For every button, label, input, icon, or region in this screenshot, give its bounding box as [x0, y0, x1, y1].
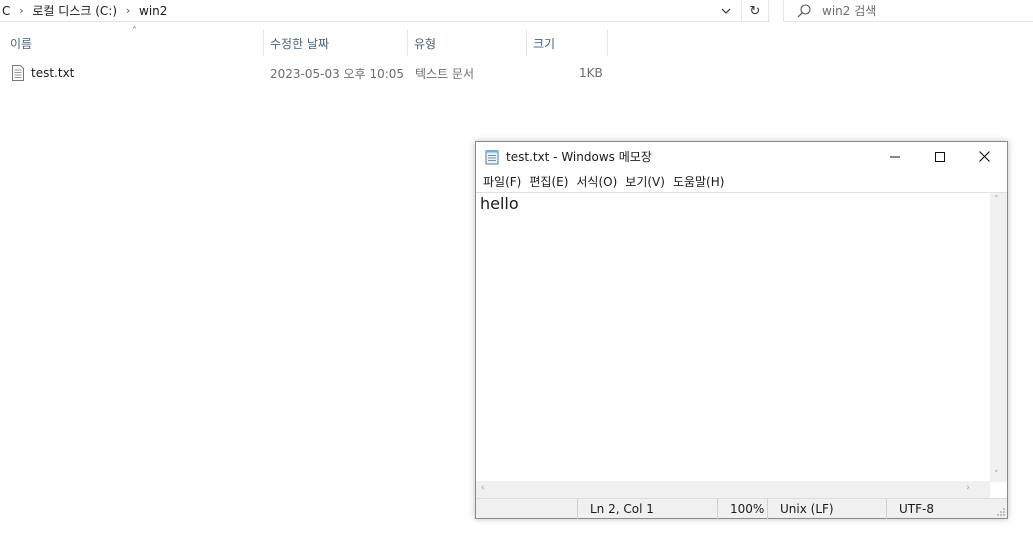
column-header-modified[interactable]: 수정한 날짜: [264, 30, 408, 56]
notepad-app-icon: [485, 149, 499, 164]
breadcrumb-item-c[interactable]: C: [0, 4, 12, 18]
file-type: 텍스트 문서: [415, 66, 475, 81]
column-header-size[interactable]: 크기: [527, 30, 608, 56]
editor-content[interactable]: hello: [480, 194, 519, 213]
menu-format[interactable]: 서식(O): [575, 173, 624, 190]
refresh-icon[interactable]: ↻: [741, 0, 769, 22]
file-size: 1KB: [579, 66, 603, 80]
address-bar[interactable]: C › 로컬 디스크 (C:) › win2: [0, 0, 770, 22]
vertical-scrollbar[interactable]: ˄ ˅: [990, 193, 1007, 482]
column-header-name-label: 이름: [10, 36, 33, 51]
maximize-button[interactable]: [917, 142, 962, 171]
menu-bar: 파일(F) 편집(E) 서식(O) 보기(V) 도움말(H): [476, 171, 1007, 192]
column-header-type[interactable]: 유형: [408, 30, 527, 56]
column-header-modified-label: 수정한 날짜: [270, 36, 330, 51]
close-icon: [979, 151, 990, 162]
close-button[interactable]: [962, 142, 1007, 171]
chevron-right-icon[interactable]: ›: [119, 4, 137, 17]
search-placeholder: win2 검색: [822, 4, 877, 18]
file-row[interactable]: test.txt 2023-05-03 오후 10:05 텍스트 문서 1KB: [0, 62, 610, 84]
scroll-left-icon[interactable]: ‹: [481, 483, 485, 493]
resize-grip-icon[interactable]: [996, 507, 1006, 517]
status-position: Ln 2, Col 1: [577, 499, 717, 519]
chevron-down-icon[interactable]: [714, 0, 738, 22]
scroll-up-icon[interactable]: ˄: [994, 195, 999, 205]
status-zoom: 100%: [717, 499, 767, 519]
menu-help[interactable]: 도움말(H): [672, 173, 732, 190]
status-bar: Ln 2, Col 1 100% Unix (LF) UTF-8: [476, 498, 1007, 519]
menu-view[interactable]: 보기(V): [624, 173, 672, 190]
scroll-right-icon[interactable]: ›: [966, 483, 970, 493]
horizontal-scrollbar[interactable]: ‹ ›: [476, 481, 990, 498]
status-line-ending: Unix (LF): [767, 499, 886, 519]
column-headers: 이름 ˄ 수정한 날짜 유형 크기: [0, 26, 610, 56]
menu-edit[interactable]: 편집(E): [528, 173, 575, 190]
maximize-icon: [934, 151, 945, 162]
column-header-name[interactable]: 이름 ˄: [4, 26, 264, 56]
menu-file[interactable]: 파일(F): [482, 173, 528, 190]
file-modified: 2023-05-03 오후 10:05: [270, 66, 405, 81]
scroll-down-icon[interactable]: ˅: [994, 470, 999, 480]
search-icon: [797, 3, 811, 17]
notepad-window: test.txt - Windows 메모장 파일(F) 편집(E) 서식(O)…: [475, 141, 1008, 519]
window-title: test.txt - Windows 메모장: [506, 150, 652, 164]
column-header-size-label: 크기: [533, 36, 556, 51]
breadcrumb-item-win2[interactable]: win2: [137, 4, 169, 18]
text-file-icon: [12, 65, 24, 81]
file-name-cell[interactable]: test.txt: [11, 62, 74, 84]
column-header-type-label: 유형: [414, 36, 437, 51]
breadcrumb: C › 로컬 디스크 (C:) › win2: [0, 0, 169, 22]
minimize-button[interactable]: [872, 142, 917, 171]
breadcrumb-item-local-disk[interactable]: 로컬 디스크 (C:): [30, 2, 119, 19]
text-editor[interactable]: hello ˄ ˅ ‹ ›: [476, 192, 1007, 498]
status-encoding: UTF-8: [886, 499, 991, 519]
search-input[interactable]: win2 검색: [783, 0, 1033, 22]
sort-ascending-icon: ˄: [132, 26, 137, 37]
chevron-right-icon[interactable]: ›: [12, 4, 30, 17]
file-name: test.txt: [31, 66, 75, 80]
minimize-icon: [889, 156, 900, 157]
